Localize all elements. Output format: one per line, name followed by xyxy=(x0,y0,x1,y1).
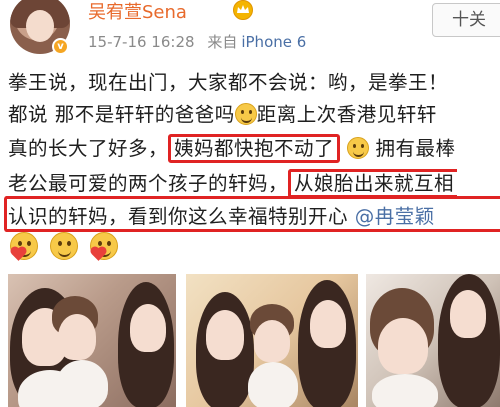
post-text: 都说 那不是轩轩的爸爸吗 xyxy=(8,103,235,126)
highlight-box: 姨妈都快抱不动了 xyxy=(168,134,341,163)
username[interactable]: 吴宥萱Sena xyxy=(88,0,187,24)
post-header: v 吴宥萱Sena 15-7-16 16:28 来自 iPhone 6 十关 xyxy=(0,0,500,62)
post-text: 认识的轩妈，看到你这么幸福特别开心 xyxy=(8,205,349,228)
post-meta: 15-7-16 16:28 来自 iPhone 6 xyxy=(88,31,306,52)
laughing-emoji-icon xyxy=(234,103,257,125)
post-line: 真的长大了好多， 姨妈都快抱不动了 拥有最棒 xyxy=(8,132,456,163)
smiley-emoji-icon xyxy=(50,232,78,260)
follow-button[interactable]: 十关 xyxy=(432,3,500,37)
post-text: 拳王说，现在出门，大家都不会说：哟，是拳王！ xyxy=(8,71,449,94)
post-line: 认识的轩妈，看到你这么幸福特别开心 @冉莹颖 xyxy=(8,200,435,229)
post-text: 老公最可爱的两个孩子的轩妈， xyxy=(8,172,289,195)
post-line: 老公最可爱的两个孩子的轩妈， 从娘胎出来就互相 xyxy=(8,167,458,198)
post-line: 拳王说，现在出门，大家都不会说：哟，是拳王！ xyxy=(8,66,448,95)
post-text: 拥有最棒 xyxy=(375,137,456,160)
mention-link[interactable]: @冉莹颖 xyxy=(355,205,435,228)
timestamp: 15-7-16 16:28 xyxy=(88,33,195,51)
crown-icon xyxy=(233,0,253,20)
source-prefix: 来自 xyxy=(207,33,238,51)
source-device[interactable]: iPhone 6 xyxy=(241,33,306,51)
photo-grid xyxy=(8,274,500,407)
thinking-emoji-icon xyxy=(346,137,369,159)
post-text: 距离上次香港见轩轩 xyxy=(256,103,437,126)
post-line: 都说 那不是轩轩的爸爸吗 距离上次香港见轩轩 xyxy=(8,98,437,127)
post-text: 真的长大了好多， xyxy=(8,137,169,160)
photo-thumbnail[interactable] xyxy=(8,274,176,407)
photo-thumbnail[interactable] xyxy=(186,274,358,407)
photo-thumbnail[interactable] xyxy=(366,274,500,407)
verified-badge-icon: v xyxy=(52,38,69,55)
highlight-box: 从娘胎出来就互相 xyxy=(288,169,458,198)
